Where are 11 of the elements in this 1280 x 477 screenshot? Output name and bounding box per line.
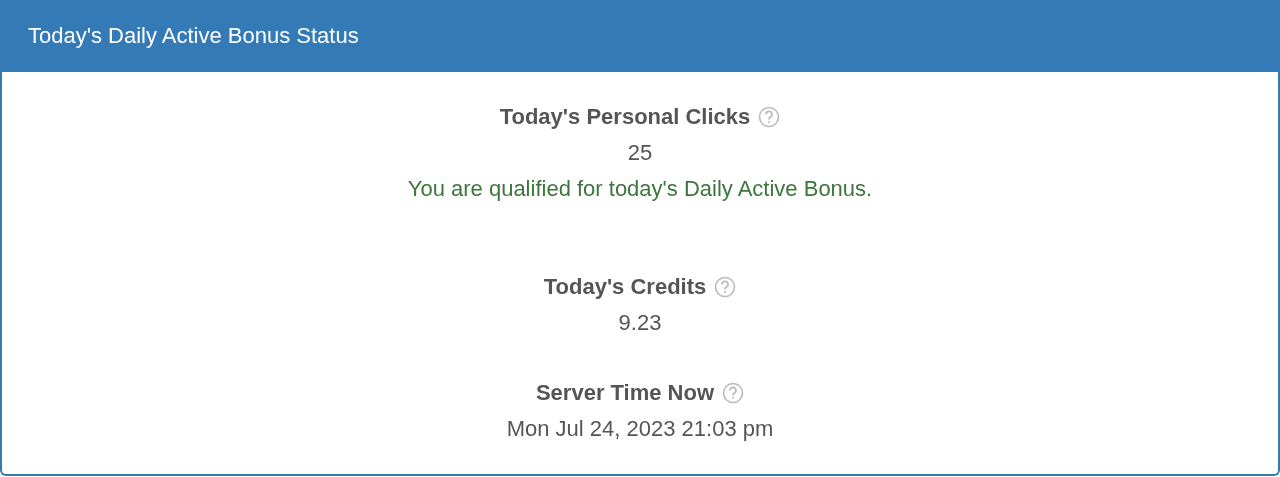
help-icon[interactable] xyxy=(722,382,745,404)
stat-label: Today's Credits xyxy=(543,273,707,301)
help-icon[interactable] xyxy=(714,276,737,298)
help-icon[interactable] xyxy=(758,106,781,128)
stat-value: 25 xyxy=(627,139,653,167)
stat-value: Mon Jul 24, 2023 21:03 pm xyxy=(506,415,774,443)
panel-title: Today's Daily Active Bonus Status xyxy=(28,23,359,49)
status-message: You are qualified for today's Daily Active Bonus. xyxy=(407,175,873,203)
stat-label: Today's Personal Clicks xyxy=(499,103,751,131)
stat-value: 9.23 xyxy=(618,309,662,337)
stat-label: Server Time Now xyxy=(535,379,715,407)
